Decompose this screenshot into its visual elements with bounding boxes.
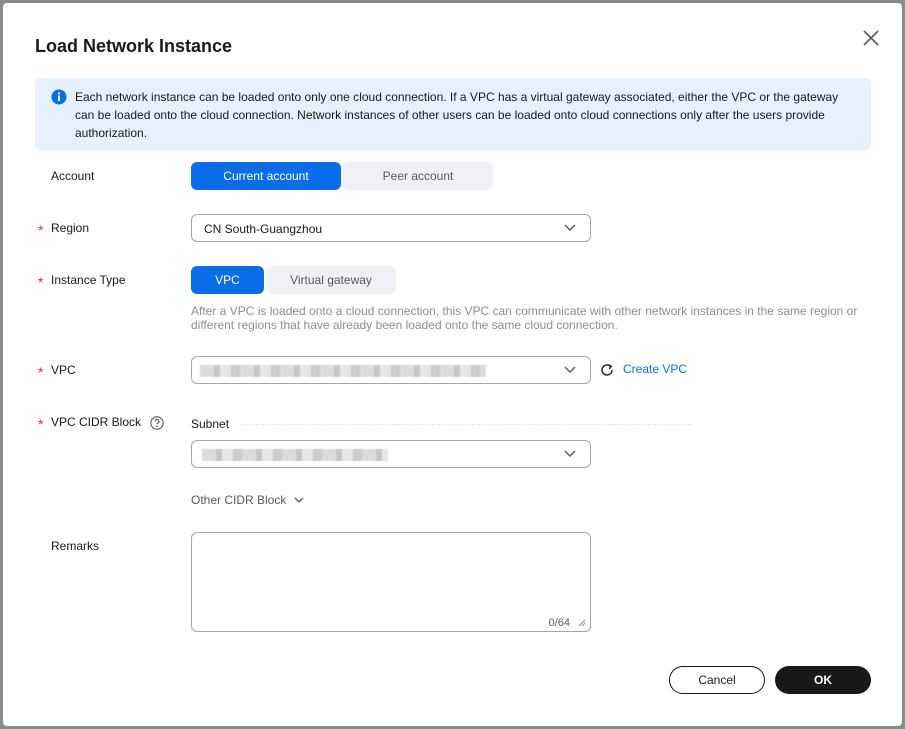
- resize-handle-icon[interactable]: [578, 619, 586, 627]
- chevron-down-icon: [564, 366, 576, 373]
- info-notice: Each network instance can be loaded onto…: [35, 78, 871, 150]
- chevron-down-icon: [564, 450, 576, 457]
- required-marker: *: [38, 364, 44, 380]
- required-marker: *: [38, 222, 44, 238]
- current-account-button[interactable]: Current account: [191, 162, 341, 190]
- peer-account-button[interactable]: Peer account: [343, 162, 493, 190]
- other-cidr-block-label: Other CIDR Block: [191, 493, 287, 507]
- info-icon: [51, 89, 67, 105]
- other-cidr-block-toggle[interactable]: Other CIDR Block: [191, 493, 304, 507]
- account-label: Account: [51, 169, 95, 183]
- virtual-gateway-type-button[interactable]: Virtual gateway: [266, 266, 396, 294]
- instance-type-label: Instance Type: [51, 273, 126, 287]
- region-select[interactable]: CN South-Guangzhou: [191, 214, 591, 242]
- chevron-down-icon: [564, 224, 576, 231]
- ok-button[interactable]: OK: [775, 666, 871, 694]
- redacted-vpc-value: [200, 365, 486, 377]
- instance-type-hint: After a VPC is loaded onto a cloud conne…: [191, 304, 858, 332]
- help-icon[interactable]: [150, 416, 164, 430]
- remarks-label: Remarks: [51, 539, 100, 553]
- load-network-instance-dialog: Load Network Instance Each network insta…: [3, 3, 902, 726]
- vpc-label: VPC: [51, 363, 76, 377]
- cancel-button[interactable]: Cancel: [669, 666, 765, 694]
- chevron-down-icon: [294, 497, 304, 503]
- region-label: Region: [51, 221, 90, 235]
- dialog-title: Load Network Instance: [35, 36, 233, 56]
- subnet-select[interactable]: [191, 440, 591, 468]
- redacted-subnet-value: [202, 449, 388, 461]
- required-marker: *: [38, 416, 44, 432]
- close-icon[interactable]: [861, 28, 881, 48]
- required-marker: *: [38, 274, 44, 290]
- remarks-counter: 0/64: [548, 617, 570, 629]
- vpc-select[interactable]: [191, 356, 591, 384]
- vpc-cidr-block-label: VPC CIDR Block: [51, 415, 142, 429]
- vpc-type-button[interactable]: VPC: [191, 266, 264, 294]
- region-value: CN South-Guangzhou: [204, 222, 323, 236]
- refresh-icon[interactable]: [600, 363, 614, 377]
- subnet-divider: [241, 424, 691, 425]
- notice-text: Each network instance can be loaded onto…: [75, 90, 839, 140]
- remarks-textarea[interactable]: 0/64: [191, 532, 591, 632]
- subnet-label: Subnet: [191, 417, 230, 431]
- create-vpc-link[interactable]: Create VPC: [623, 362, 687, 376]
